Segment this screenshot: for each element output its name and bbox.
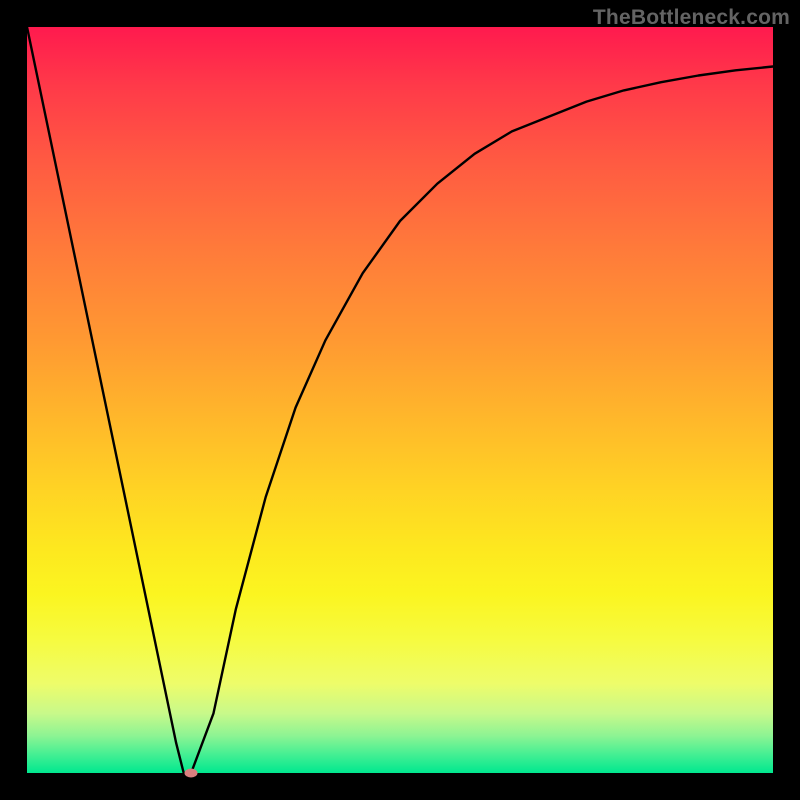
- chart-frame: TheBottleneck.com: [0, 0, 800, 800]
- minimum-marker: [185, 769, 198, 778]
- curve-path: [27, 27, 773, 773]
- plot-area: [27, 27, 773, 773]
- bottleneck-curve: [27, 27, 773, 773]
